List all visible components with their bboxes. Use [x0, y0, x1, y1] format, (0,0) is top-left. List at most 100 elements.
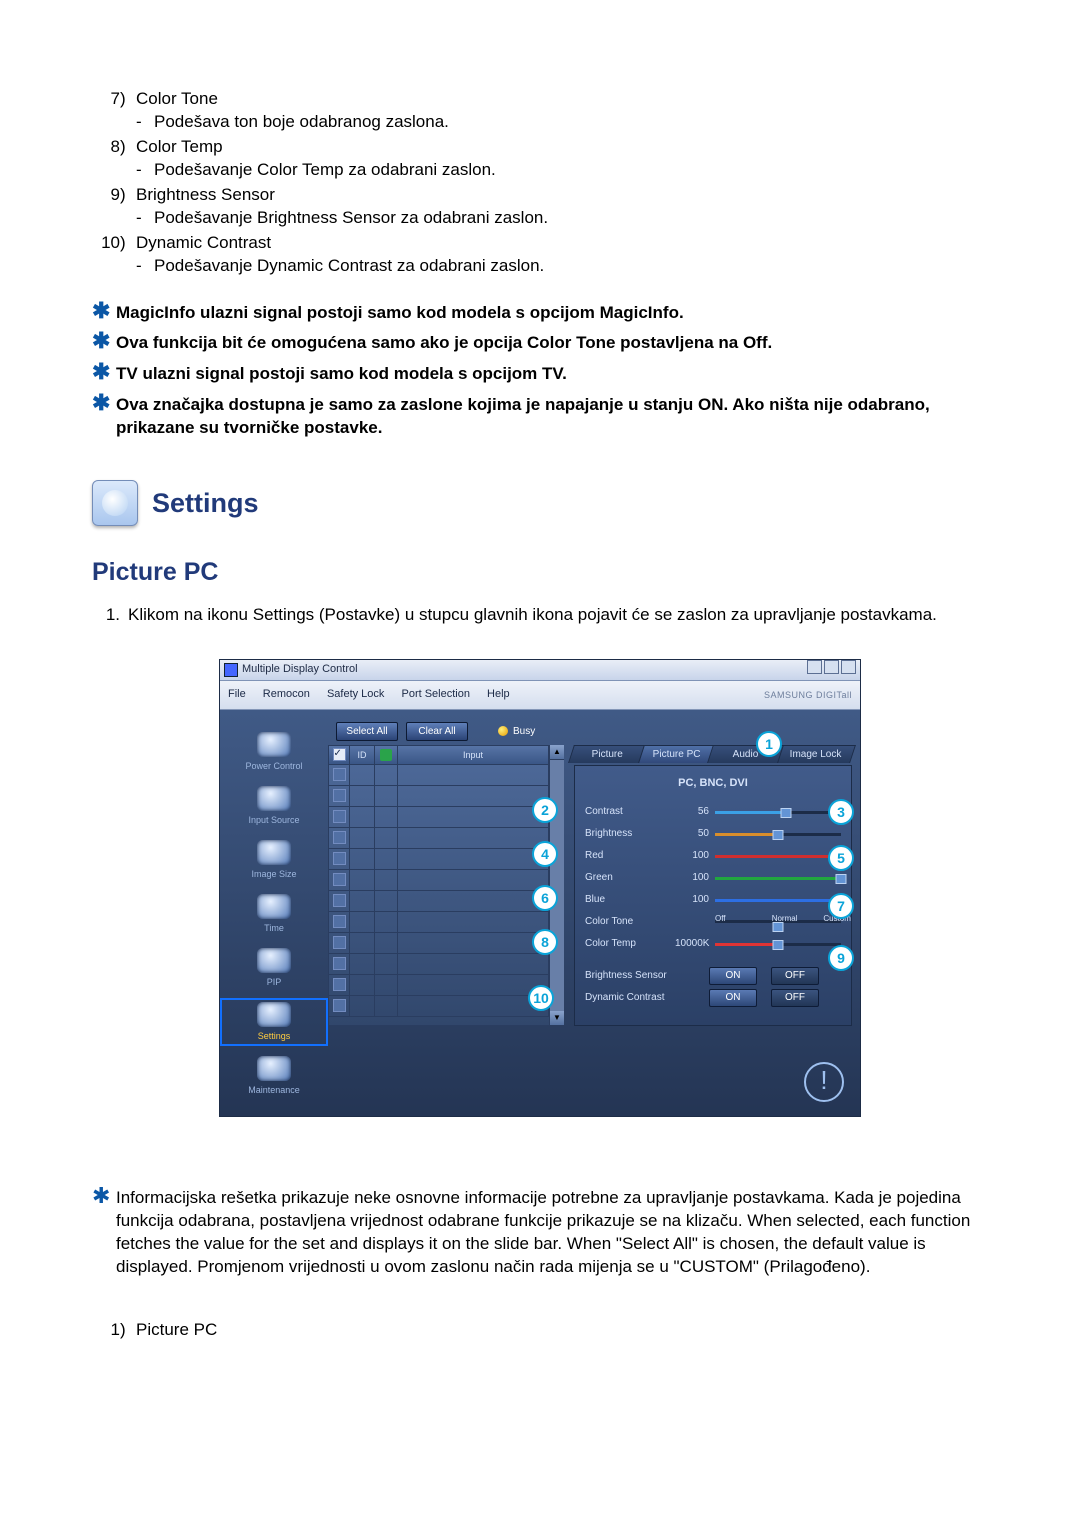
star-icon: ✱ — [92, 300, 116, 323]
note: ✱TV ulazni signal postoji samo kod model… — [92, 363, 988, 386]
table-row[interactable] — [329, 933, 549, 954]
value-contrast: 56 — [675, 805, 715, 819]
grid-header-id: ID — [350, 746, 375, 764]
table-row[interactable] — [329, 807, 549, 828]
row-brightness: Brightness 50 — [585, 823, 841, 845]
slider-green[interactable] — [715, 873, 841, 883]
table-row[interactable] — [329, 975, 549, 996]
grid-header-checkbox[interactable] — [333, 748, 346, 761]
note: ✱Ova funkcija bit će omogućena samo ako … — [92, 332, 988, 355]
menu-safety-lock[interactable]: Safety Lock — [327, 688, 384, 700]
scroll-down-icon[interactable]: ▼ — [550, 1011, 564, 1026]
row-contrast: Contrast 56 — [585, 801, 841, 823]
table-row[interactable] — [329, 954, 549, 975]
sidebar-item-input-source[interactable]: Input Source — [220, 782, 328, 830]
value-green: 100 — [675, 871, 715, 885]
window-buttons[interactable] — [805, 660, 856, 679]
numbered-list-top: 7)Color TonePodešava ton boje odabranog … — [92, 88, 988, 278]
sidebar-item-power-control[interactable]: Power Control — [220, 728, 328, 776]
callout-1: 1 — [756, 731, 782, 757]
row-dynamic-contrast: Dynamic Contrast ON OFF — [585, 987, 841, 1009]
menu-items: File Remocon Safety Lock Port Selection … — [228, 687, 524, 702]
table-row[interactable] — [329, 912, 549, 933]
menu-file[interactable]: File — [228, 688, 246, 700]
sidebar-item-image-size[interactable]: Image Size — [220, 836, 328, 884]
menu-help[interactable]: Help — [487, 688, 510, 700]
mdc-menubar: File Remocon Safety Lock Port Selection … — [220, 681, 860, 710]
star-icon: ✱ — [92, 330, 116, 353]
value-brightness: 50 — [675, 827, 715, 841]
settings-heading-text: Settings — [152, 485, 259, 521]
select-all-button[interactable]: Select All — [336, 722, 398, 741]
slider-red[interactable] — [715, 851, 841, 861]
callout-6: 6 — [532, 885, 558, 911]
mdc-window: Multiple Display Control File Remocon Sa… — [219, 659, 861, 1117]
bsensor-off-button[interactable]: OFF — [771, 967, 819, 985]
star-icon: ✱ — [92, 392, 116, 438]
intro-text: Klikom na ikonu Settings (Postavke) u st… — [120, 604, 988, 627]
callout-10: 10 — [528, 985, 554, 1011]
brand-label: SAMSUNG DIGITall — [764, 689, 852, 701]
tone-off: Off — [715, 914, 726, 925]
star-icon: ✱ — [92, 361, 116, 384]
sidebar-item-time[interactable]: Time — [220, 890, 328, 938]
table-row[interactable] — [329, 765, 549, 786]
table-row[interactable] — [329, 891, 549, 912]
dcontrast-off-button[interactable]: OFF — [771, 989, 819, 1007]
value-blue: 100 — [675, 893, 715, 907]
info-icon[interactable]: ! — [804, 1062, 844, 1102]
row-brightness-sensor: Brightness Sensor ON OFF — [585, 965, 841, 987]
list-item: 8)Color TempPodešavanje Color Temp za od… — [92, 136, 988, 182]
picture-pc-heading: Picture PC — [92, 556, 988, 590]
settings-panel: PicturePicture PCAudioImage Lock PC, BNC… — [574, 745, 852, 1026]
slider-blue[interactable] — [715, 895, 841, 905]
tab-image-lock[interactable]: Image Lock — [777, 745, 855, 763]
callout-8: 8 — [532, 929, 558, 955]
intro-number: 1. — [92, 604, 120, 627]
table-row[interactable] — [329, 828, 549, 849]
label-color-temp: Color Temp — [585, 937, 675, 951]
sidebar-icon — [257, 732, 291, 757]
label-brightness-sensor: Brightness Sensor — [585, 969, 709, 983]
sidebar-icon — [257, 1056, 291, 1081]
list-item: 10)Dynamic ContrastPodešavanje Dynamic C… — [92, 232, 988, 278]
label-blue: Blue — [585, 893, 675, 907]
table-row[interactable] — [329, 996, 549, 1017]
menu-port-selection[interactable]: Port Selection — [401, 688, 469, 700]
table-row[interactable] — [329, 849, 549, 870]
note: ✱MagicInfo ulazni signal postoji samo ko… — [92, 302, 988, 325]
slider-contrast[interactable] — [715, 807, 841, 817]
bsensor-on-button[interactable]: ON — [709, 967, 757, 985]
star-icon: ✱ — [92, 1185, 116, 1277]
clear-all-button[interactable]: Clear All — [406, 722, 468, 741]
callout-2: 2 — [532, 797, 558, 823]
slider-brightness[interactable] — [715, 829, 841, 839]
callout-4: 4 — [532, 841, 558, 867]
table-row[interactable] — [329, 786, 549, 807]
window-title: Multiple Display Control — [242, 662, 358, 677]
callout-5: 5 — [828, 845, 854, 871]
sidebar-item-maintenance[interactable]: Maintenance — [220, 1052, 328, 1100]
dcontrast-on-button[interactable]: ON — [709, 989, 757, 1007]
tab-picture-pc[interactable]: Picture PC — [638, 745, 716, 763]
label-color-tone: Color Tone — [585, 915, 675, 929]
scale-color-tone[interactable]: Off Normal Custom — [715, 916, 841, 928]
note-info-grid: ✱ Informacijska rešetka prikazuje neke o… — [92, 1187, 988, 1279]
grid-header-status-icon — [380, 749, 392, 761]
sidebar-item-settings[interactable]: Settings — [220, 998, 328, 1046]
scroll-up-icon[interactable]: ▲ — [550, 745, 564, 760]
list-item: 7)Color TonePodešava ton boje odabranog … — [92, 88, 988, 134]
menu-remocon[interactable]: Remocon — [263, 688, 310, 700]
sidebar-icon — [257, 1002, 291, 1027]
label-green: Green — [585, 871, 675, 885]
settings-heading: Settings — [92, 480, 988, 526]
label-contrast: Contrast — [585, 805, 675, 819]
note: ✱Ova značajka dostupna je samo za zaslon… — [92, 394, 988, 440]
sidebar-item-pip[interactable]: PIP — [220, 944, 328, 992]
tab-picture[interactable]: Picture — [568, 745, 646, 763]
slider-color-temp[interactable] — [715, 939, 841, 949]
table-row[interactable] — [329, 870, 549, 891]
label-dynamic-contrast: Dynamic Contrast — [585, 991, 709, 1005]
grid-scrollbar[interactable]: ▲ ▼ — [550, 745, 564, 1026]
sidebar-icon — [257, 948, 291, 973]
